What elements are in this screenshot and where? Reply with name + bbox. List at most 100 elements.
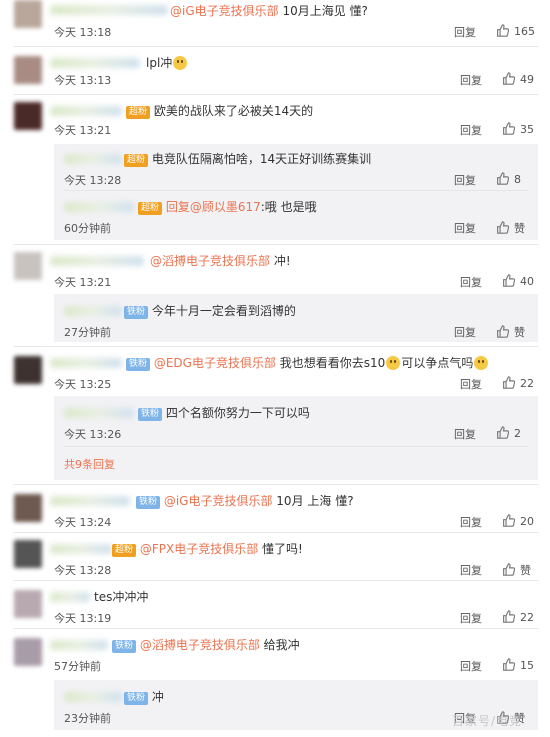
like-button[interactable]: 赞	[502, 562, 531, 578]
timestamp: 60分钟前	[64, 222, 111, 235]
comment-text: tes冲冲冲	[94, 590, 149, 604]
thumbs-up-icon	[503, 72, 516, 85]
username[interactable]	[50, 256, 144, 266]
like-button[interactable]: 赞	[496, 220, 525, 236]
like-button[interactable]: 20	[502, 514, 534, 528]
reply-button[interactable]: 回复	[454, 324, 476, 340]
reply-text: 铁粉 四个名额你努力一下可以吗	[138, 404, 310, 421]
avatar[interactable]	[14, 638, 42, 666]
like-button[interactable]: 165	[496, 24, 535, 38]
reply-button[interactable]: 回复	[460, 562, 482, 578]
divider	[64, 190, 528, 191]
mention-link[interactable]: @EDG电子竞技俱乐部	[154, 356, 276, 370]
username[interactable]	[50, 358, 122, 368]
timestamp: 23分钟前	[64, 712, 111, 725]
reply-button[interactable]: 回复	[460, 274, 482, 290]
avatar[interactable]	[14, 590, 42, 618]
username[interactable]	[50, 58, 140, 68]
divider	[14, 244, 538, 245]
avatar[interactable]	[14, 494, 42, 522]
comment-text: 超粉 @FPX电子竞技俱乐部 懂了吗!	[112, 540, 303, 557]
divider	[14, 628, 538, 629]
reply-button[interactable]: 回复	[460, 72, 482, 88]
view-more-replies-link[interactable]: 共9条回复	[64, 456, 115, 472]
like-button[interactable]: 49	[502, 72, 534, 86]
reply-button[interactable]: 回复	[460, 122, 482, 138]
comment-text: 铁粉 @滔搏电子竞技俱乐部 给我冲	[112, 636, 300, 653]
fan-badge: 铁粉	[138, 408, 163, 421]
username[interactable]	[64, 408, 134, 418]
thumbs-up-icon	[503, 658, 516, 671]
username[interactable]	[64, 692, 122, 702]
username[interactable]	[50, 5, 168, 15]
avatar[interactable]	[14, 252, 42, 280]
timestamp: 今天 13:28	[64, 174, 122, 187]
mention-link[interactable]: @滔搏电子竞技俱乐部	[140, 638, 260, 652]
thumbs-up-icon	[503, 274, 516, 287]
reply-button[interactable]: 回复	[454, 426, 476, 442]
username[interactable]	[64, 202, 134, 212]
avatar[interactable]	[14, 102, 42, 130]
username[interactable]	[50, 640, 108, 650]
reply-button[interactable]: 回复	[460, 610, 482, 626]
reply-thread: 铁粉 今年十月一定会看到滔博的 27分钟前 回复 赞	[54, 294, 538, 342]
timestamp: 今天 13:21	[54, 124, 112, 137]
timestamp: 今天 13:21	[54, 276, 112, 289]
mention-link[interactable]: @iG电子竞技俱乐部	[164, 494, 273, 508]
reply-button[interactable]: 回复	[454, 24, 476, 40]
reply-button[interactable]: 回复	[460, 658, 482, 674]
reply-button[interactable]: 回复	[460, 376, 482, 392]
like-button[interactable]: 40	[502, 274, 534, 288]
fan-badge: 铁粉	[136, 496, 161, 509]
reply-text: 铁粉 冲	[124, 688, 164, 705]
avatar[interactable]	[14, 0, 42, 28]
emoji-icon	[474, 356, 489, 370]
super-fan-badge: 超粉	[112, 544, 137, 557]
timestamp: 今天 13:26	[64, 428, 122, 441]
divider	[64, 446, 528, 447]
divider	[14, 580, 538, 581]
timestamp: 今天 13:18	[54, 26, 112, 39]
emoji-icon	[386, 356, 401, 370]
like-button[interactable]: 赞	[496, 324, 525, 340]
username[interactable]	[50, 592, 90, 602]
reply-button[interactable]: 回复	[460, 514, 482, 530]
emoji-icon	[173, 56, 188, 70]
avatar[interactable]	[14, 356, 42, 384]
username[interactable]	[50, 106, 122, 116]
divider	[14, 346, 538, 347]
thumbs-up-icon	[503, 122, 516, 135]
like-button[interactable]: 8	[496, 172, 521, 186]
mention-link[interactable]: @FPX电子竞技俱乐部	[140, 542, 258, 556]
timestamp: 今天 13:13	[54, 74, 112, 87]
like-button[interactable]: 22	[502, 376, 534, 390]
divider	[14, 484, 538, 485]
reply-thread: 铁粉 四个名额你努力一下可以吗 今天 13:26 回复 2 共9条回复	[54, 396, 538, 480]
mention-link[interactable]: 回复@顾以墨617	[166, 200, 261, 214]
avatar[interactable]	[14, 56, 42, 84]
timestamp: 57分钟前	[54, 660, 101, 673]
like-button[interactable]: 15	[502, 658, 534, 672]
username[interactable]	[64, 154, 122, 164]
comment-text: 超粉 欧美的战队来了必被关14天的	[126, 102, 313, 119]
avatar[interactable]	[14, 540, 42, 568]
timestamp: 今天 13:19	[54, 612, 112, 625]
fan-badge: 铁粉	[124, 306, 149, 319]
reply-text: 超粉 电竞队伍隔离怕啥，14天正好训练赛集训	[124, 150, 371, 167]
timestamp: 今天 13:28	[54, 564, 112, 577]
username[interactable]	[50, 544, 112, 554]
thumbs-up-icon	[497, 221, 510, 234]
like-button[interactable]: 2	[496, 426, 521, 440]
thumbs-up-icon	[497, 325, 510, 338]
reply-button[interactable]: 回复	[454, 220, 476, 236]
like-button[interactable]: 35	[502, 122, 534, 136]
divider	[14, 532, 538, 533]
reply-thread: 超粉 电竞队伍隔离怕啥，14天正好训练赛集训 今天 13:28 回复 8 超粉 …	[54, 144, 538, 240]
fan-badge: 铁粉	[124, 692, 149, 705]
mention-link[interactable]: @滔搏电子竞技俱乐部	[150, 254, 270, 268]
username[interactable]	[64, 306, 122, 316]
like-button[interactable]: 22	[502, 610, 534, 624]
reply-button[interactable]: 回复	[454, 172, 476, 188]
mention-link[interactable]: @iG电子竞技俱乐部	[170, 4, 279, 18]
username[interactable]	[50, 496, 130, 506]
